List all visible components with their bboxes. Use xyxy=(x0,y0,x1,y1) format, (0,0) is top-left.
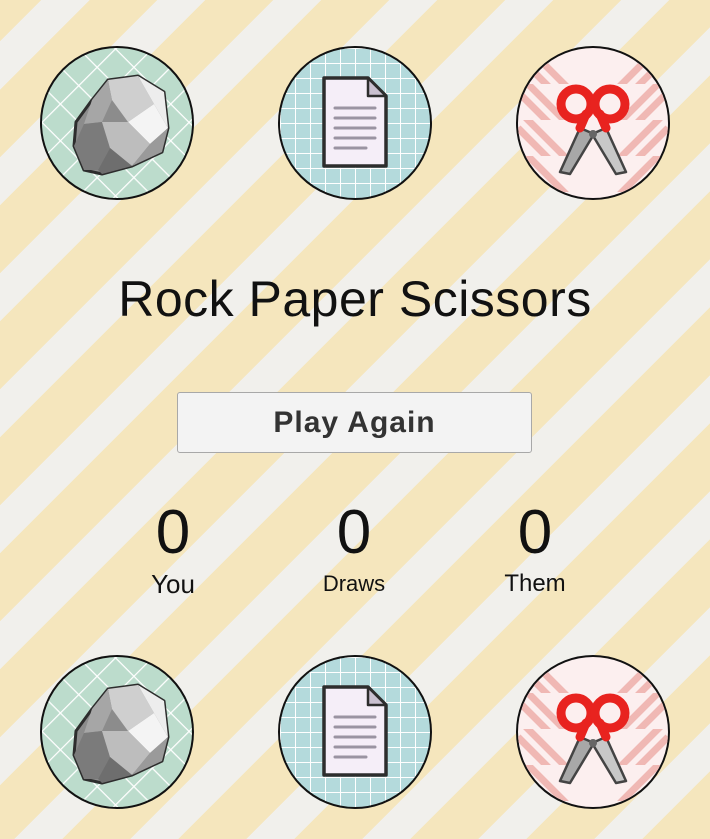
score-draws: 0 Draws xyxy=(284,500,424,598)
bottom-rock-button[interactable] xyxy=(40,655,194,809)
score-them-value: 0 xyxy=(517,498,553,567)
score-them: 0 Them xyxy=(465,500,605,598)
paper-icon xyxy=(322,685,388,777)
score-draws-value: 0 xyxy=(336,498,372,567)
scissors-icon xyxy=(518,48,668,198)
top-paper-button[interactable] xyxy=(278,46,432,200)
top-scissors-button[interactable] xyxy=(516,46,670,200)
bottom-choices-row xyxy=(0,655,710,809)
rock-icon xyxy=(72,74,170,176)
play-again-button[interactable]: Play Again xyxy=(177,392,532,453)
bottom-paper-button[interactable] xyxy=(278,655,432,809)
game-title: Rock Paper Scissors xyxy=(118,271,592,327)
top-rock-button[interactable] xyxy=(40,46,194,200)
top-choices-row xyxy=(0,46,710,200)
paper-icon xyxy=(322,76,388,168)
score-them-label: Them xyxy=(504,570,566,597)
score-you: 0 You xyxy=(103,498,243,599)
bottom-scissors-button[interactable] xyxy=(516,655,670,809)
score-you-value: 0 xyxy=(155,498,191,567)
score-draws-label: Draws xyxy=(322,571,386,596)
scissors-icon xyxy=(518,657,668,807)
rock-icon xyxy=(72,683,170,785)
score-you-label: You xyxy=(151,569,195,599)
